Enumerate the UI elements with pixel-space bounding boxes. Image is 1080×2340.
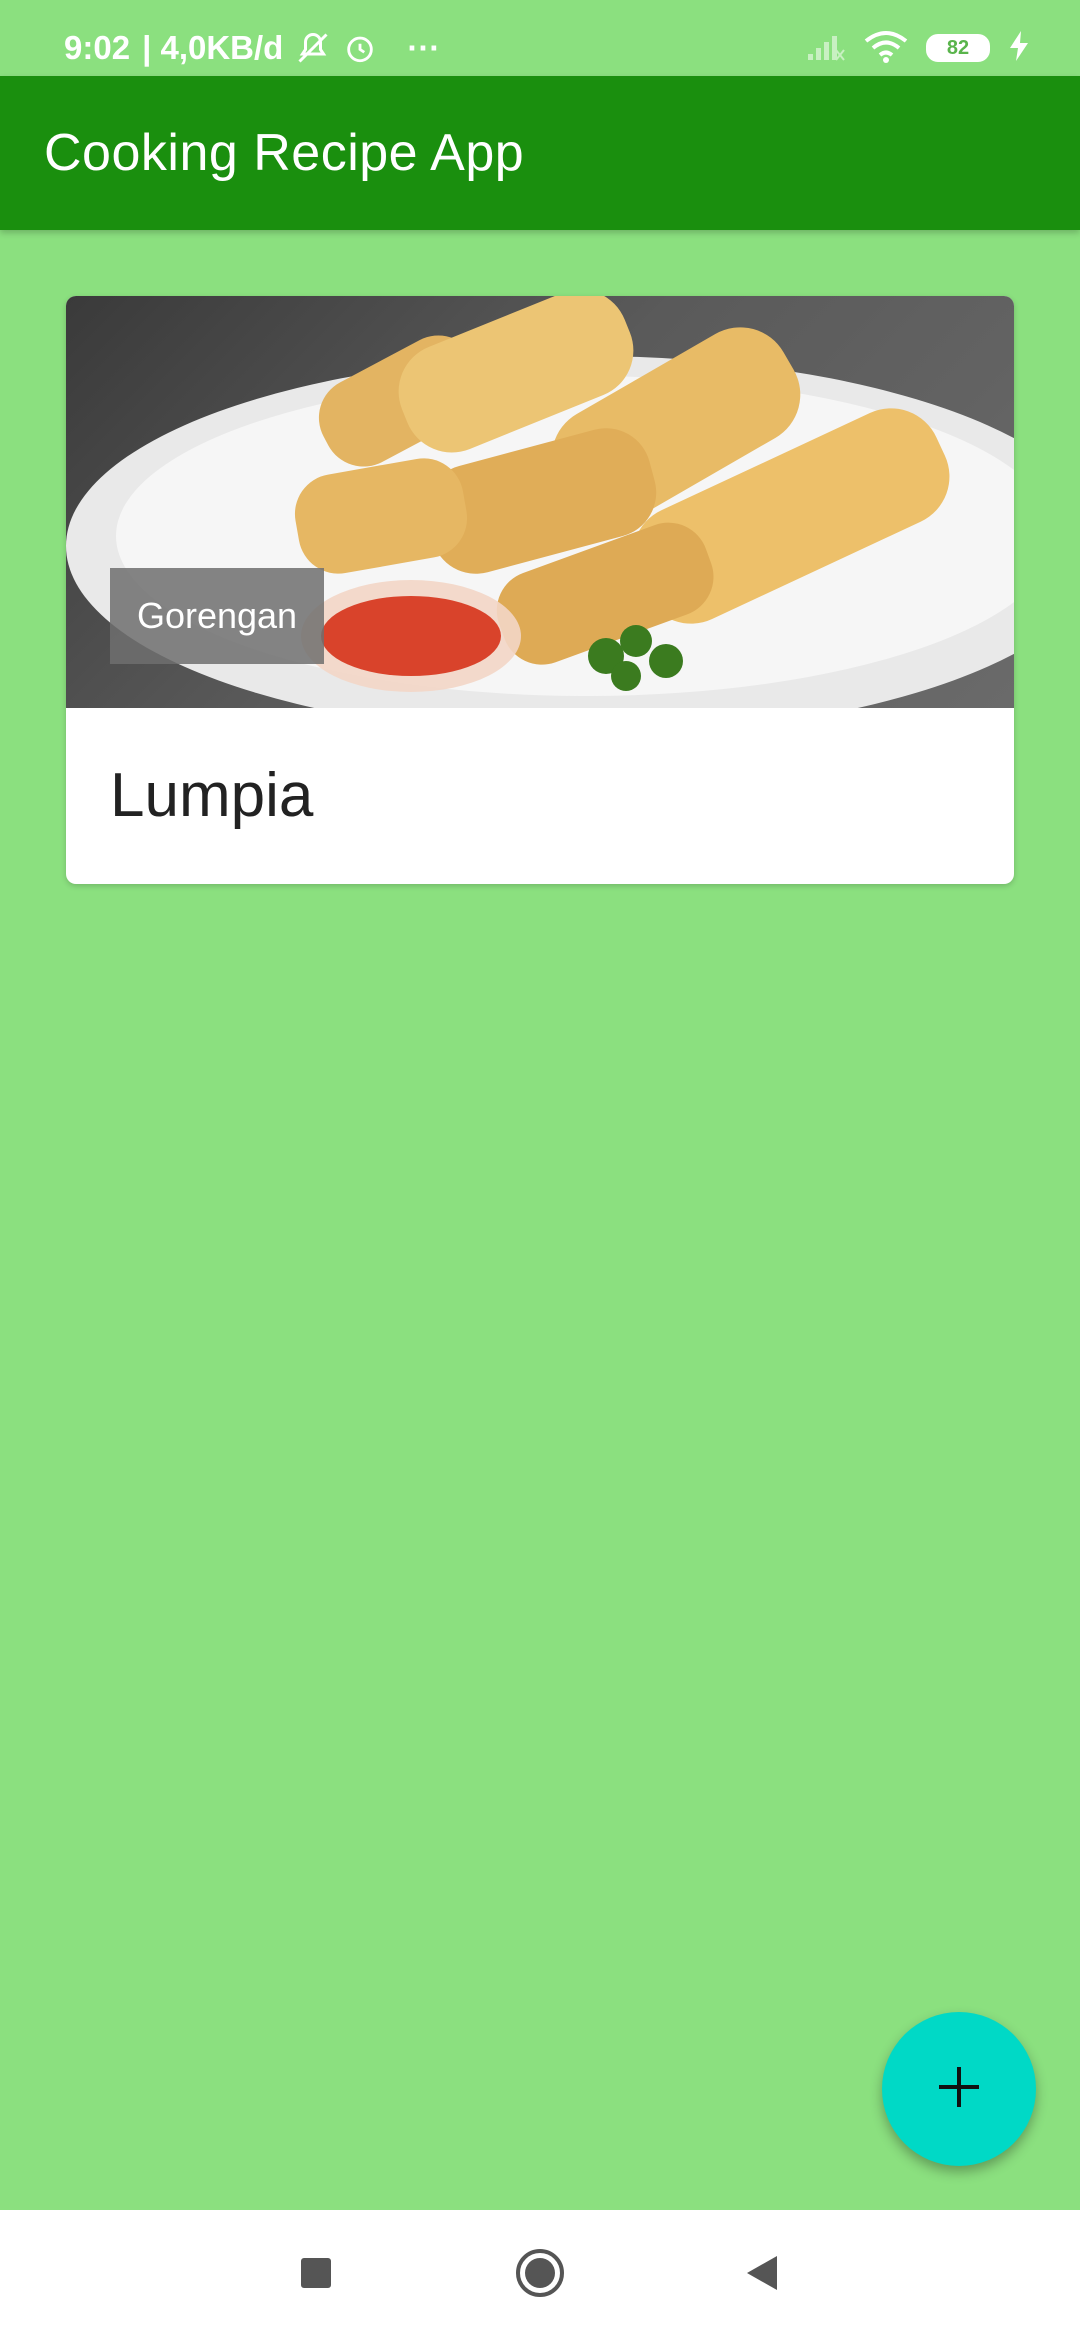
recent-apps-icon bbox=[299, 2256, 333, 2295]
charging-icon bbox=[1008, 30, 1030, 67]
recipe-card[interactable]: Gorengan Lumpia bbox=[66, 296, 1014, 884]
home-icon bbox=[514, 2247, 566, 2304]
app-bar: Cooking Recipe App bbox=[0, 76, 1080, 230]
wifi-icon bbox=[864, 29, 908, 68]
status-bar: 9:02 | 4,0KB/d ··· 82 bbox=[0, 0, 1080, 76]
add-recipe-button[interactable] bbox=[882, 2012, 1036, 2166]
home-button[interactable] bbox=[490, 2210, 590, 2340]
network-speed: | 4,0KB/d bbox=[142, 29, 284, 66]
status-time: 9:02 bbox=[64, 29, 131, 66]
alarm-icon bbox=[343, 31, 377, 65]
category-badge: Gorengan bbox=[110, 568, 324, 664]
signal-icon bbox=[806, 30, 846, 67]
mute-icon bbox=[295, 30, 331, 66]
recent-apps-button[interactable] bbox=[266, 2210, 366, 2340]
navigation-bar bbox=[0, 2210, 1080, 2340]
app-title: Cooking Recipe App bbox=[44, 124, 525, 182]
recipe-image: Gorengan bbox=[66, 296, 1014, 708]
sauce bbox=[321, 596, 501, 676]
back-button[interactable] bbox=[712, 2210, 812, 2340]
battery-level: 82 bbox=[946, 36, 970, 59]
more-indicator: ··· bbox=[407, 29, 441, 66]
back-icon bbox=[745, 2254, 779, 2297]
recipe-name: Lumpia bbox=[110, 761, 314, 830]
plus-icon bbox=[935, 2063, 983, 2116]
battery-icon: 82 bbox=[926, 34, 990, 62]
